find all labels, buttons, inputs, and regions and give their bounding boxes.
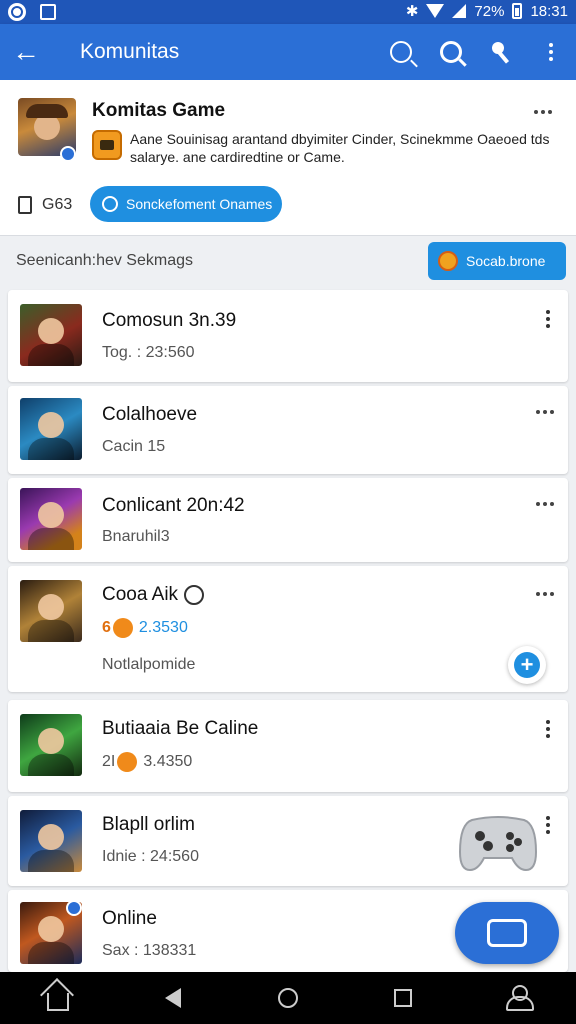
- game-thumbnail: [20, 714, 82, 776]
- search-games-label: Sonckefoment Onames: [126, 196, 273, 212]
- list-item[interactable]: Comosun 3n.39 Tog. : 23:560: [8, 290, 568, 382]
- controller-icon: [487, 919, 527, 947]
- plus-icon: +: [514, 652, 540, 678]
- circle-icon: [277, 988, 298, 1008]
- orange-coin-icon: [112, 618, 133, 638]
- community-badge-icon: [60, 146, 76, 162]
- item-subtitle: Tog. : 23:560: [102, 344, 195, 361]
- item-subtitle: Bnaruhil3: [102, 528, 170, 545]
- community-description: Aane Souinisag arantand dbyimiter Cinder…: [130, 131, 550, 165]
- more-horiz-icon: [536, 502, 554, 506]
- item-more-button[interactable]: [546, 720, 550, 738]
- verified-icon: [184, 584, 205, 605]
- item-title: Comosun 3n.39: [102, 310, 237, 331]
- online-badge-icon: [66, 900, 82, 916]
- bluetooth-icon: ✱: [405, 3, 419, 20]
- item-subtitle: Idnie : 24:560: [102, 848, 199, 865]
- app-bar: ← Komunitas: [0, 24, 576, 80]
- community-name: Komitas Game: [92, 100, 226, 121]
- battery-percent: 72%: [474, 2, 505, 20]
- more-horiz-icon: [536, 410, 554, 414]
- back-arrow-icon[interactable]: ←: [0, 24, 52, 80]
- battery-icon: [512, 3, 523, 19]
- more-vert-icon: [546, 816, 550, 834]
- circle-icon: [102, 196, 118, 212]
- item-score: 3.4350: [143, 753, 193, 771]
- status-bar: ✱ 72% 18:31: [0, 0, 576, 24]
- section-label: Seenicanh:hev Sekmags: [16, 252, 193, 269]
- search-games-button[interactable]: Sonckefoment Onames: [90, 186, 282, 222]
- item-title: Online: [102, 908, 157, 929]
- search-button[interactable]: [426, 24, 476, 80]
- member-count: G63: [42, 196, 73, 213]
- game-fab-button[interactable]: [455, 902, 559, 964]
- more-vert-icon: [546, 720, 550, 738]
- gamepad-icon: [458, 816, 538, 872]
- search-icon: [440, 41, 462, 63]
- page-title: Komunitas: [80, 40, 180, 63]
- more-horiz-icon: [534, 110, 552, 114]
- game-thumbnail: [20, 488, 82, 550]
- search-outline-button[interactable]: [376, 24, 426, 80]
- more-vert-icon: [546, 310, 550, 328]
- item-stats: 2I 3.4350: [102, 752, 192, 772]
- item-count: 2I: [102, 753, 116, 771]
- item-stats: 6 2.3530: [102, 618, 188, 638]
- list-item[interactable]: Conlicant 20n:42 Bnaruhil3: [8, 478, 568, 562]
- person-icon: [506, 985, 535, 1011]
- game-thumbnail: [20, 398, 82, 460]
- wifi-icon: [426, 4, 445, 18]
- item-title: Colalhoeve: [102, 404, 198, 425]
- social-button-label: Socab.brone: [466, 253, 546, 269]
- recents-button[interactable]: [379, 974, 427, 1022]
- home-circle-button[interactable]: [264, 974, 312, 1022]
- game-thumbnail: [20, 304, 82, 366]
- app-notification-icon: [8, 3, 26, 21]
- item-score: 2.3530: [138, 619, 188, 637]
- profile-nav-button[interactable]: [494, 974, 542, 1022]
- list-item[interactable]: Butiaaia Be Caline 2I 3.4350: [8, 700, 568, 792]
- back-nav-button[interactable]: [149, 974, 197, 1022]
- coin-icon: [438, 251, 458, 271]
- add-button[interactable]: +: [508, 646, 546, 684]
- list-item[interactable]: Colalhoeve Cacin 15: [8, 386, 568, 474]
- clock: 18:31: [530, 2, 568, 20]
- game-thumbnail: [20, 810, 82, 872]
- system-nav-bar: [0, 972, 576, 1024]
- item-more-button[interactable]: [546, 310, 550, 328]
- item-subtitle: Sax : 138331: [102, 942, 197, 959]
- item-more-button[interactable]: [536, 502, 554, 506]
- more-menu-button[interactable]: [526, 24, 576, 80]
- game-chest-icon: [92, 130, 122, 160]
- square-icon: [394, 989, 413, 1007]
- item-title: Butiaaia Be Caline: [102, 718, 259, 739]
- game-thumbnail: [20, 580, 82, 642]
- item-more-button[interactable]: [546, 816, 550, 834]
- wrench-button[interactable]: [476, 24, 526, 80]
- more-vert-icon: [549, 43, 553, 61]
- item-more-button[interactable]: [536, 410, 554, 414]
- item-title: Cooa Aik: [102, 584, 205, 606]
- item-title: Conlicant 20n:42: [102, 495, 245, 516]
- item-title: Blapll orlim: [102, 814, 195, 835]
- back-triangle-icon: [164, 988, 181, 1008]
- search-outline-icon: [390, 41, 412, 63]
- image-notification-icon: [40, 4, 56, 20]
- social-button[interactable]: Socab.brone: [428, 242, 566, 280]
- home-icon: [46, 993, 69, 1011]
- signal-icon: [452, 4, 467, 18]
- item-subtitle: Notlalpomide: [102, 656, 196, 673]
- wrench-icon: [492, 42, 504, 54]
- members-icon: [18, 196, 32, 214]
- orange-coin-icon: [117, 752, 138, 772]
- list-item[interactable]: Cooa Aik 6 2.3530 Notlalpomide +: [8, 566, 568, 692]
- home-nav-button[interactable]: [34, 974, 82, 1022]
- item-count: 6: [102, 619, 111, 637]
- item-subtitle: Cacin 15: [102, 438, 166, 455]
- item-more-button[interactable]: [536, 592, 554, 596]
- community-more-button[interactable]: [534, 110, 552, 114]
- more-horiz-icon: [536, 592, 554, 596]
- item-title-text: Cooa Aik: [102, 584, 179, 605]
